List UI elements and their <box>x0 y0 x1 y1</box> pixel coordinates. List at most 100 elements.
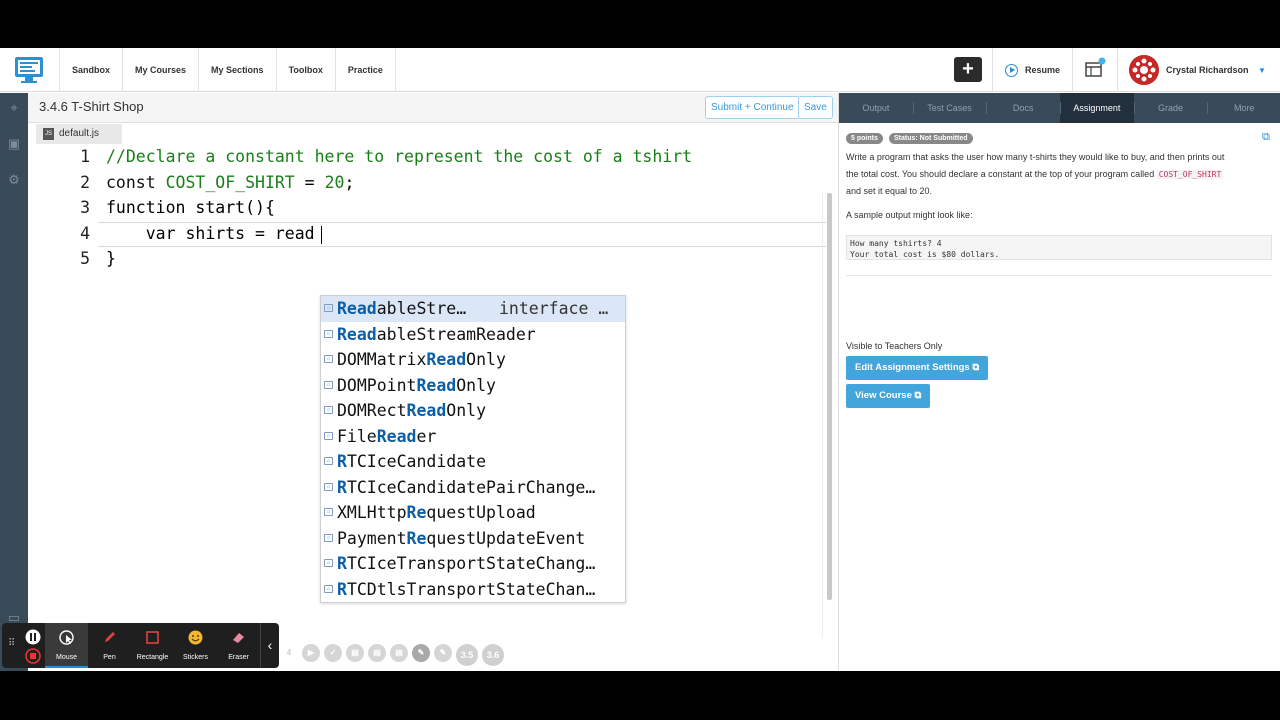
semicolon: ; <box>344 173 355 192</box>
progress-track: 4 ▶ ✓ ▤ ▤ ▤ ✎ ✎ 3.5 3.6 <box>280 644 504 666</box>
line-number: 1 <box>80 147 90 166</box>
autocomplete-item[interactable]: ▫ FileReader <box>321 424 625 450</box>
autocomplete-item-label: FileReader <box>337 427 436 446</box>
left-rail: ⌖ ▣ ⚙ ▭ <box>0 93 28 671</box>
autocomplete-text-pre: XMLHttp <box>337 503 407 522</box>
autocomplete-item-label: PaymentRequestUpdateEvent <box>337 529 585 548</box>
external-link-icon: ⧉ <box>914 390 922 401</box>
right-panel: Output Test Cases Docs Assignment Grade … <box>838 93 1280 671</box>
autocomplete-item[interactable]: ▫ PaymentRequestUpdateEvent <box>321 526 625 552</box>
user-name[interactable]: Crystal Richardson <box>1166 65 1249 75</box>
pause-icon[interactable] <box>25 629 41 645</box>
resume-button[interactable]: Resume <box>992 48 1070 92</box>
tab-more[interactable]: More <box>1207 93 1280 123</box>
autocomplete-text-hl: R <box>337 452 347 471</box>
autocomplete-text-post: TCDtlsTransportStateChan… <box>346 579 596 599</box>
tool-label: Eraser <box>228 654 249 661</box>
submit-continue-button[interactable]: Submit + Continue <box>705 96 800 119</box>
nav-sandbox[interactable]: Sandbox <box>59 48 122 92</box>
autocomplete-item-label: XMLHttpRequestUpload <box>337 503 536 522</box>
progress-badge[interactable]: 3.5 <box>456 644 478 666</box>
tool-label: Rectangle <box>136 654 169 661</box>
autocomplete-text-hl: Read <box>337 324 377 344</box>
autocomplete-item[interactable]: ▫ ReadableStreamReader <box>321 322 625 348</box>
doc-icon[interactable]: ▤ <box>390 644 408 662</box>
autocomplete-item[interactable]: ▫ RTCIceCandidatePairChange… <box>321 475 625 501</box>
tab-test-cases[interactable]: Test Cases <box>912 93 987 123</box>
autocomplete-text-post: ableStre… <box>376 299 467 318</box>
tool-pen[interactable]: Pen <box>88 623 131 668</box>
editor-scrollbar[interactable] <box>827 193 832 600</box>
tool-stickers[interactable]: Stickers <box>174 623 217 668</box>
symbol-interface-icon: ▫ <box>324 380 333 389</box>
video-icon[interactable]: ▶ <box>302 644 320 662</box>
pencil-icon[interactable]: ✎ <box>434 644 452 662</box>
check-icon[interactable]: ✓ <box>324 644 342 662</box>
autocomplete-popup: ▫ ReadableStre… interface … ▫ ReadableStream… <box>320 295 626 603</box>
symbol-interface-icon: ▫ <box>324 355 333 363</box>
drag-handle-icon[interactable]: ⠿ <box>8 638 15 649</box>
annotation-toolbar: ⠿ Mouse Pen Rectangle Stickers Eraser ‹ <box>2 623 279 668</box>
codehs-logo-icon[interactable] <box>14 56 44 84</box>
nav-my-sections[interactable]: My Sections <box>198 48 276 92</box>
autocomplete-item[interactable]: ▫ RTCIceTransportStateChang… <box>321 551 625 577</box>
tool-mouse[interactable]: Mouse <box>45 623 88 668</box>
gear-icon[interactable]: ⚙ <box>7 173 21 187</box>
autocomplete-text-post: Only <box>446 401 487 420</box>
external-link-icon[interactable]: ⧉ <box>1262 131 1270 144</box>
doc-icon[interactable]: ▤ <box>346 644 364 662</box>
autocomplete-item[interactable]: ▫ DOMMatrixReadOnly <box>321 347 625 373</box>
autocomplete-text-hl: Read <box>416 375 457 395</box>
sample-output-label: A sample output might look like: <box>846 210 973 220</box>
collapse-chevron-icon[interactable]: ‹ <box>260 623 279 668</box>
stop-record-icon[interactable] <box>25 648 41 664</box>
chevron-down-icon[interactable]: ▼ <box>1258 66 1266 75</box>
create-plus-button[interactable]: + <box>954 57 982 82</box>
autocomplete-text-post: TCIceTransportStateChang… <box>346 554 596 573</box>
nav-practice[interactable]: Practice <box>334 48 396 92</box>
line-number: 3 <box>80 198 90 217</box>
divider <box>846 275 1272 276</box>
notifications-button[interactable] <box>1072 48 1118 92</box>
nav-toolbox[interactable]: Toolbox <box>275 48 335 92</box>
keyword-const: const <box>106 173 156 192</box>
autocomplete-text-pre: DOMRect <box>337 401 407 420</box>
map-icon[interactable]: ⌖ <box>7 101 21 115</box>
symbol-interface-icon: ▫ <box>324 559 333 567</box>
tool-eraser[interactable]: Eraser <box>217 623 260 668</box>
tab-assignment[interactable]: Assignment <box>1060 93 1134 123</box>
autocomplete-item[interactable]: ▫ ReadableStre… interface … <box>321 296 625 322</box>
progress-badge[interactable]: 3.6 <box>482 644 504 666</box>
save-button[interactable]: Save <box>798 96 833 119</box>
autocomplete-item[interactable]: ▫ DOMPointReadOnly <box>321 373 625 399</box>
autocomplete-text-post: questUpdateEvent <box>426 528 586 548</box>
tab-output[interactable]: Output <box>839 93 913 123</box>
view-course-button[interactable]: View Course ⧉ <box>846 384 931 408</box>
nav-my-courses[interactable]: My Courses <box>122 48 198 92</box>
doc-icon[interactable]: ▤ <box>368 644 386 662</box>
file-tab[interactable]: JS default.js <box>36 124 122 144</box>
autocomplete-item[interactable]: ▫ RTCDtlsTransportStateChan… <box>321 577 625 603</box>
play-circle-icon <box>1005 63 1018 77</box>
calendar-icon[interactable]: ▣ <box>7 137 21 151</box>
line-number: 2 <box>80 173 90 192</box>
tab-docs[interactable]: Docs <box>986 93 1060 123</box>
user-avatar[interactable] <box>1129 55 1159 85</box>
tab-grade[interactable]: Grade <box>1133 93 1208 123</box>
pencil-icon[interactable]: ✎ <box>412 644 430 662</box>
edit-assignment-settings-button[interactable]: Edit Assignment Settings ⧉ <box>846 356 989 380</box>
text-caret <box>321 226 322 244</box>
symbol-interface-icon: ▫ <box>324 457 333 465</box>
app-window: Sandbox My Courses My Sections Toolbox P… <box>0 48 1280 671</box>
autocomplete-item[interactable]: ▫ DOMRectReadOnly <box>321 398 625 424</box>
autocomplete-item[interactable]: ▫ XMLHttpRequestUpload <box>321 500 625 526</box>
code-line-5: } <box>106 249 116 268</box>
autocomplete-text-hl: R <box>337 554 347 573</box>
autocomplete-item[interactable]: ▫ RTCIceCandidate <box>321 449 625 475</box>
autocomplete-text-hl: Read <box>376 426 417 446</box>
progress-badge[interactable]: 4 <box>280 644 298 662</box>
constant-value: 20 <box>324 173 345 192</box>
assignment-desc-line-2: the total cost. You should declare a con… <box>846 166 1224 183</box>
tool-rectangle[interactable]: Rectangle <box>131 623 174 668</box>
editor-title-bar: 3.4.6 T-Shirt Shop Submit + Continue Sav… <box>28 93 838 123</box>
